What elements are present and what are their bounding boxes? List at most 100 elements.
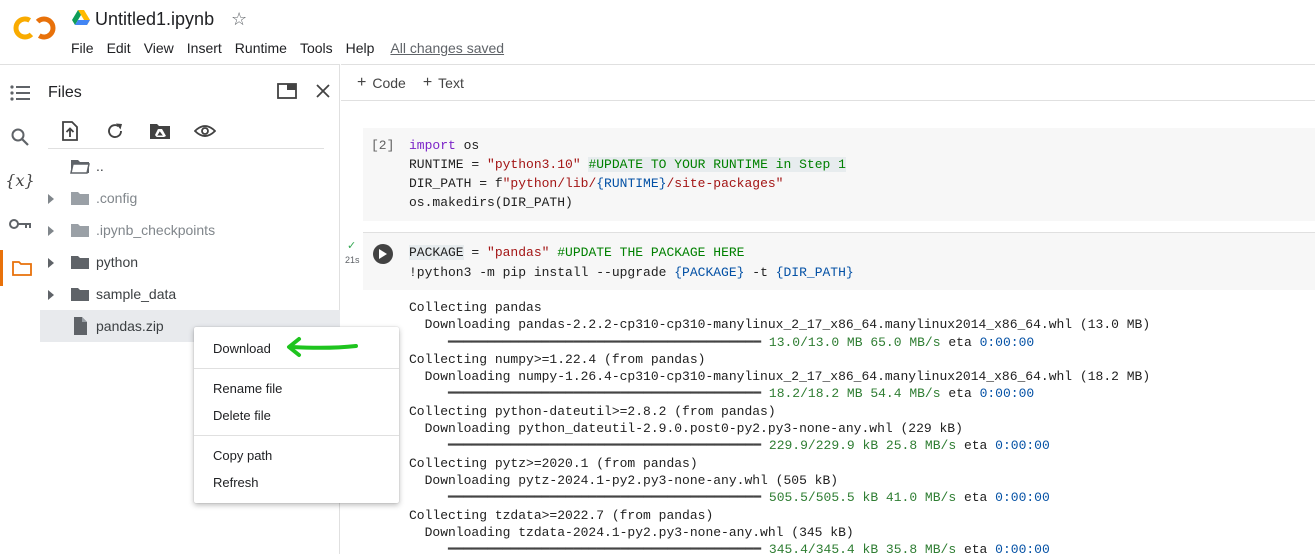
tree-item-label: .config <box>96 190 138 206</box>
folder-icon <box>71 224 89 237</box>
search-button[interactable] <box>0 119 40 155</box>
code-token: "python/lib/ <box>502 176 597 191</box>
menu-help[interactable]: Help <box>346 40 375 56</box>
table-of-contents-button[interactable] <box>0 75 40 111</box>
save-status[interactable]: All changes saved <box>390 40 504 56</box>
menu-tools[interactable]: Tools <box>300 40 333 56</box>
progress-text: 345.4/345.4 kB 35.8 MB/s <box>768 542 957 554</box>
code-token: os <box>455 138 480 153</box>
plus-icon: + <box>422 73 433 91</box>
code-comment: #UPDATE TO YOUR RUNTIME in Step 1 <box>588 157 846 172</box>
refresh-button[interactable] <box>103 119 127 143</box>
menu-item-copy-path[interactable]: Copy path <box>194 442 399 468</box>
eye-icon <box>194 125 216 137</box>
progress-bar: ━━━━━━━━━━━━━━━━━━━━━━━━━━━━━━━━━━━━━━━━ <box>448 438 762 454</box>
expand-arrow-icon[interactable] <box>48 226 54 236</box>
colab-logo[interactable] <box>13 14 57 42</box>
code-comment: #UPDATE THE PACKAGE HERE <box>549 245 745 260</box>
menu-item-refresh[interactable]: Refresh <box>194 469 399 495</box>
files-button[interactable] <box>0 250 40 286</box>
code-editor[interactable]: PACKAGE = "pandas" #UPDATE THE PACKAGE H… <box>409 243 854 283</box>
output-line: Downloading pandas-2.2.2-cp310-cp310-man… <box>409 317 1151 333</box>
eta-value: 0:00:00 <box>979 334 1035 350</box>
tree-item-label: .ipynb_checkpoints <box>96 222 216 238</box>
tree-item-sample-data[interactable]: sample_data <box>40 278 340 310</box>
code-editor-area[interactable]: PACKAGE = "pandas" #UPDATE THE PACKAGE H… <box>363 233 1315 290</box>
add-code-button[interactable]: + Code <box>357 74 406 92</box>
variables-button[interactable]: {x} <box>0 162 40 198</box>
code-token: !python3 -m pip install --upgrade <box>409 265 675 280</box>
check-icon: ✓ <box>347 240 357 252</box>
output-line: Collecting pytz>=2020.1 (from pandas) <box>409 455 698 471</box>
progress-text: 18.2/18.2 MB 54.4 MB/s <box>768 386 941 402</box>
tree-item-config[interactable]: .config <box>40 182 340 214</box>
eta-label: eta <box>963 542 988 554</box>
menu-item-rename-file[interactable]: Rename file <box>194 375 399 401</box>
tree-item-label: pandas.zip <box>96 318 164 334</box>
mount-drive-button[interactable] <box>148 119 172 143</box>
header: Untitled1.ipynb ☆ File Edit View Insert … <box>0 0 1315 64</box>
tree-item-ipynb-checkpoints[interactable]: .ipynb_checkpoints <box>40 214 340 246</box>
code-token: import <box>409 138 456 153</box>
menu-file[interactable]: File <box>71 40 94 56</box>
output-line: Collecting pandas <box>409 300 542 315</box>
code-editor[interactable]: import os RUNTIME = "python3.10" #UPDATE… <box>409 136 846 212</box>
execution-count: [2] <box>371 138 395 153</box>
expand-arrow-icon[interactable] <box>48 258 54 268</box>
output-line: Downloading pytz-2024.1-py2.py3-none-any… <box>409 472 839 488</box>
folder-icon <box>71 192 89 205</box>
code-cell-2[interactable]: PACKAGE = "pandas" #UPDATE THE PACKAGE H… <box>363 232 1315 554</box>
output-line: Collecting numpy>=1.22.4 (from pandas) <box>409 351 706 367</box>
code-token: -t <box>744 265 776 280</box>
secrets-button[interactable] <box>0 206 40 242</box>
add-code-label: Code <box>372 74 406 91</box>
notebook-title[interactable]: Untitled1.ipynb <box>95 9 214 30</box>
close-panel-button[interactable] <box>311 79 335 103</box>
menu-item-delete-file[interactable]: Delete file <box>194 402 399 428</box>
run-cell-button[interactable] <box>373 244 393 264</box>
side-rail: {x} <box>0 64 40 554</box>
eta-value: 0:00:00 <box>995 542 1050 554</box>
upload-button[interactable] <box>58 119 82 143</box>
code-token: /site-packages" <box>666 176 784 191</box>
eta-label: eta <box>948 386 972 402</box>
output-line: Downloading tzdata-2024.1-py2.py3-none-a… <box>409 524 854 540</box>
menu-runtime[interactable]: Runtime <box>235 40 287 56</box>
key-icon <box>9 219 31 229</box>
code-token: RUNTIME = <box>409 157 488 172</box>
show-hidden-button[interactable] <box>193 119 217 143</box>
folder-icon <box>71 256 89 269</box>
google-drive-icon <box>72 10 90 25</box>
progress-bar: ━━━━━━━━━━━━━━━━━━━━━━━━━━━━━━━━━━━━━━━━ <box>448 386 762 402</box>
annotation-arrow-icon <box>287 337 358 357</box>
star-icon[interactable]: ☆ <box>231 9 247 29</box>
menu-insert[interactable]: Insert <box>187 40 222 56</box>
code-token: "python3.10" <box>487 157 581 172</box>
menu-divider <box>194 435 399 436</box>
close-icon <box>316 84 330 98</box>
plus-icon: + <box>357 73 367 91</box>
menu-edit[interactable]: Edit <box>107 40 131 56</box>
drive-folder-icon <box>150 124 170 139</box>
add-text-button[interactable]: + Text <box>423 74 464 92</box>
tree-item-python[interactable]: python <box>40 246 340 278</box>
menu-divider <box>194 368 399 369</box>
play-icon <box>379 249 387 259</box>
toolbar-divider <box>48 148 324 149</box>
tree-item-parent[interactable]: .. <box>40 150 340 182</box>
eta-value: 0:00:00 <box>995 490 1050 506</box>
open-in-tab-button[interactable] <box>275 79 299 103</box>
menu-view[interactable]: View <box>144 40 174 56</box>
code-token: PACKAGE <box>409 245 464 260</box>
expand-arrow-icon[interactable] <box>48 290 54 300</box>
output-line: Downloading python_dateutil-2.9.0.post0-… <box>409 421 963 437</box>
execution-time: 21s <box>345 255 360 265</box>
variables-icon: {x} <box>5 170 35 190</box>
expand-arrow-icon[interactable] <box>48 194 54 204</box>
eta-value: 0:00:00 <box>979 386 1035 402</box>
code-token: "pandas" <box>487 245 550 260</box>
files-toolbar <box>58 119 238 143</box>
code-token: {PACKAGE} <box>674 265 745 280</box>
code-cell-1[interactable]: [2] import os RUNTIME = "python3.10" #UP… <box>363 128 1315 221</box>
folder-icon <box>71 288 89 301</box>
